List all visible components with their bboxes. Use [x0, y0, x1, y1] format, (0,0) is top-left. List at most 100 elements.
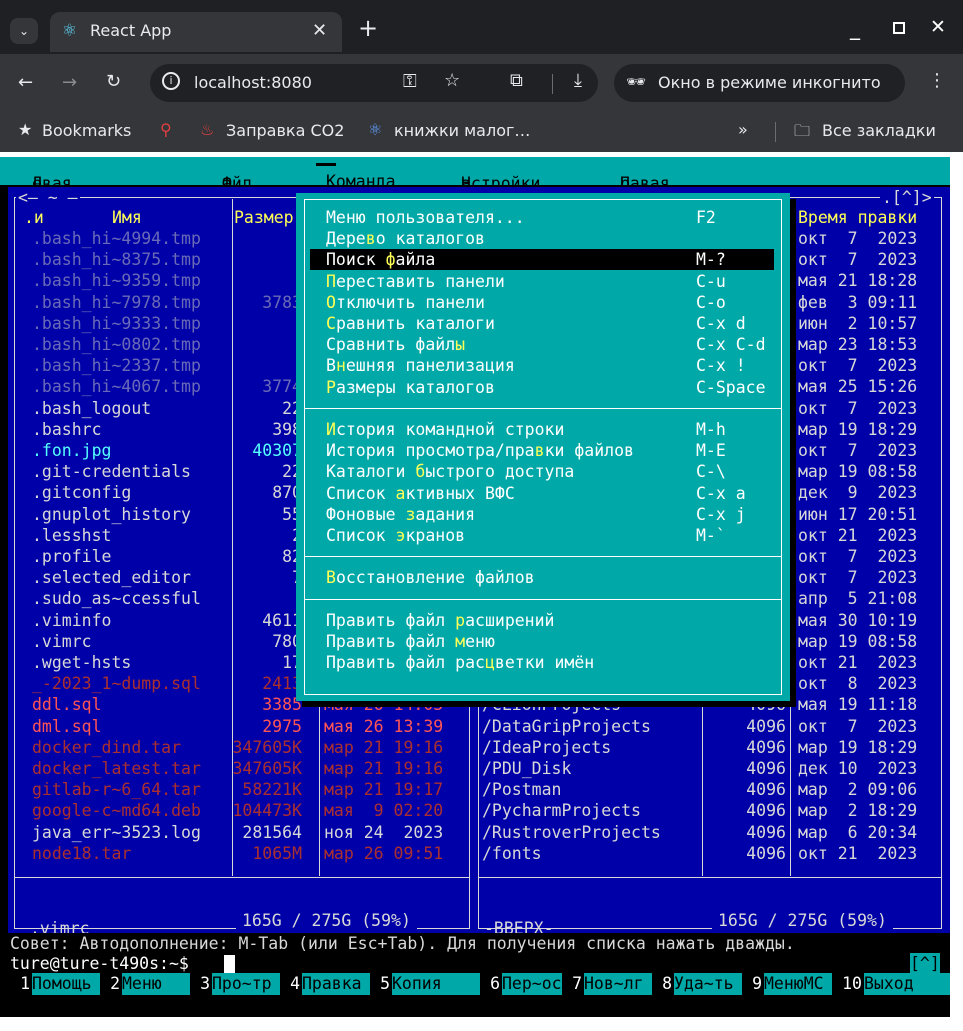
- fkey-3-button[interactable]: Про~тр: [212, 973, 280, 995]
- file-name: .git-credentials: [32, 462, 191, 482]
- terminal[interactable]: Левая панель Файл Команда Настройки Прав…: [0, 157, 950, 1017]
- menu-item[interactable]: Сравнить каталоги C-x d: [296, 313, 790, 334]
- file-time: апр 5 21:08: [798, 589, 918, 609]
- extensions-icon[interactable]: ⧉: [510, 70, 523, 91]
- table-row[interactable]: /IdeaProjects 4096 мар 19 18:29: [474, 737, 950, 758]
- menu-item-label: Сравнить файлы: [326, 335, 466, 355]
- more-bookmarks-button[interactable]: »: [738, 120, 748, 139]
- menu-item[interactable]: Список активных ВФС C-x a: [296, 483, 790, 504]
- fkey-1-button[interactable]: Помощь: [32, 973, 100, 995]
- close-tab-icon[interactable]: ✕: [312, 20, 327, 41]
- file-time: окт 7 2023: [798, 547, 918, 566]
- fkey-number: 6: [490, 974, 500, 993]
- sort-indicator[interactable]: .и: [24, 207, 44, 228]
- cursor: [224, 955, 235, 973]
- menu-item[interactable]: Отключить панели C-o: [296, 292, 790, 313]
- incognito-indicator[interactable]: 🕶 Окно в режиме инкогнито: [614, 64, 905, 102]
- menu-hotkey: р: [455, 610, 466, 630]
- download-icon[interactable]: ⤓: [574, 70, 582, 91]
- file-size: 281564: [242, 822, 302, 842]
- menu-shortcut: C-x j: [696, 504, 746, 524]
- menu-item[interactable]: Восстановление файлов: [296, 567, 790, 588]
- right-panel-nav[interactable]: .[^]>: [880, 187, 934, 208]
- fkey-9-button[interactable]: МенюМС: [764, 973, 832, 995]
- menu-item-label: Меню пользователя...: [326, 208, 525, 227]
- shell-prompt[interactable]: ture@ture-t490s:~$: [10, 953, 189, 974]
- menu-item[interactable]: История командной строки M-h: [296, 419, 790, 440]
- forward-icon[interactable]: →: [62, 72, 77, 93]
- name-column-header[interactable]: Имя: [112, 207, 142, 228]
- menu-item[interactable]: Править файл меню: [296, 631, 790, 652]
- table-row[interactable]: dml.sql 2975 мая 26 13:39: [8, 716, 474, 737]
- file-name: /PycharmProjects: [482, 801, 641, 821]
- fkey-4-button[interactable]: Правка: [302, 973, 370, 995]
- file-name: /DataGripProjects: [482, 716, 651, 736]
- bookmark-item[interactable]: книжки малог…: [394, 121, 530, 140]
- menu-item[interactable]: Список экранов M-`: [296, 525, 790, 546]
- fkey-8-button[interactable]: Уда~ть: [674, 973, 742, 995]
- table-row[interactable]: java_err~3523.log 281564 ноя 24 2023: [8, 822, 474, 843]
- fkey-6-button[interactable]: Пер~ос: [502, 973, 562, 995]
- maximize-icon[interactable]: [893, 22, 905, 34]
- menu-item[interactable]: Размеры каталогов C-Space: [296, 377, 790, 398]
- menu-item[interactable]: История просмотра/правки файлов M-E: [296, 440, 790, 461]
- key-icon[interactable]: ⚿: [403, 71, 417, 92]
- prompt-right-indicator[interactable]: [^]: [910, 953, 940, 974]
- menu-item[interactable]: Каталоги быстрого доступа C-\: [296, 461, 790, 482]
- menu-item[interactable]: Меню пользователя... F2: [296, 207, 790, 228]
- menu-hotkey: н: [335, 356, 346, 376]
- bookmark-item[interactable]: Bookmarks: [42, 121, 131, 140]
- table-row[interactable]: docker_dind.tar 347605K мар 21 19:16: [8, 737, 474, 758]
- file-name: .wget-hsts: [32, 653, 132, 672]
- left-panel-divider: [14, 877, 470, 878]
- menubar-command[interactable]: Команда: [316, 163, 396, 191]
- tab-search-button[interactable]: ⌄: [10, 18, 38, 44]
- table-row[interactable]: docker_latest.tar 347605K мар 21 19:16: [8, 758, 474, 779]
- menu-item[interactable]: Сравнить файлы C-x C-d: [296, 334, 790, 355]
- minimize-icon[interactable]: _: [850, 16, 860, 40]
- table-row[interactable]: gitlab-r~6_64.tar 58221K мар 21 19:17: [8, 779, 474, 800]
- menu-item[interactable]: Дерево каталогов: [296, 228, 790, 249]
- file-name: /fonts: [482, 843, 542, 863]
- menu-item-label: Внешняя панелизация: [326, 356, 515, 376]
- browser-tab[interactable]: ⚛ React App ✕: [50, 12, 342, 52]
- fkey-number: 10: [842, 974, 862, 993]
- close-window-icon[interactable]: ✕: [930, 16, 946, 38]
- star-icon[interactable]: ☆: [444, 70, 460, 91]
- menu-item[interactable]: Править файл расширений: [296, 610, 790, 631]
- all-bookmarks-button[interactable]: Все закладки: [822, 121, 936, 140]
- site-info-icon[interactable]: i: [162, 72, 180, 90]
- table-row[interactable]: google-c~md64.deb 104473K мая 9 02:20: [8, 800, 474, 821]
- file-name: gitlab-r~6_64.tar: [32, 780, 201, 800]
- fkey-2-button[interactable]: Меню: [122, 973, 190, 995]
- menu-item[interactable]: Фоновые задания C-x j: [296, 504, 790, 525]
- back-icon[interactable]: ←: [18, 72, 33, 93]
- table-row[interactable]: /PDU_Disk 4096 дек 10 2023: [474, 758, 950, 779]
- fkey-number: 2: [110, 974, 120, 993]
- file-name: .bash_hi~7978.tmp: [32, 292, 201, 312]
- reload-icon[interactable]: ↻: [106, 71, 121, 92]
- menu-item-label: Восстановление файлов: [326, 568, 535, 588]
- size-column-header[interactable]: Размер: [234, 207, 294, 228]
- fkey-10-button[interactable]: Выход: [864, 973, 950, 995]
- fkey-number: 3: [200, 974, 210, 993]
- menu-item[interactable]: Поиск файла M-?: [296, 249, 790, 270]
- menu-item[interactable]: Переставить панели C-u: [296, 271, 790, 292]
- menu-item[interactable]: Править файл расцветки имён: [296, 652, 790, 673]
- table-row[interactable]: node18.tar 1065M мар 26 09:51: [8, 843, 474, 864]
- fkey-7-button[interactable]: Нов~лг: [584, 973, 652, 995]
- menu-item[interactable]: Внешняя панелизация C-x !: [296, 355, 790, 376]
- menu-hotkey: И: [326, 420, 336, 439]
- address-bar[interactable]: i localhost:8080 ⚿ ☆: [150, 64, 598, 102]
- table-row[interactable]: /fonts 4096 окт 21 2023: [474, 843, 950, 864]
- table-row[interactable]: /Postman 4096 мар 2 09:06: [474, 779, 950, 800]
- table-row[interactable]: /PycharmProjects 4096 мар 2 18:29: [474, 800, 950, 821]
- time-column-header[interactable]: Время правки: [798, 207, 917, 228]
- table-row[interactable]: /DataGripProjects 4096 окт 7 2023: [474, 716, 950, 737]
- new-tab-button[interactable]: +: [358, 14, 378, 42]
- fkey-5-button[interactable]: Копия: [392, 973, 480, 995]
- more-menu-icon[interactable]: ⋮: [928, 70, 946, 91]
- table-row[interactable]: /RustroverProjects 4096 мар 6 20:34: [474, 822, 950, 843]
- bookmark-item[interactable]: Заправка CO2: [226, 121, 344, 140]
- left-panel-path[interactable]: <— ~ —: [16, 187, 80, 208]
